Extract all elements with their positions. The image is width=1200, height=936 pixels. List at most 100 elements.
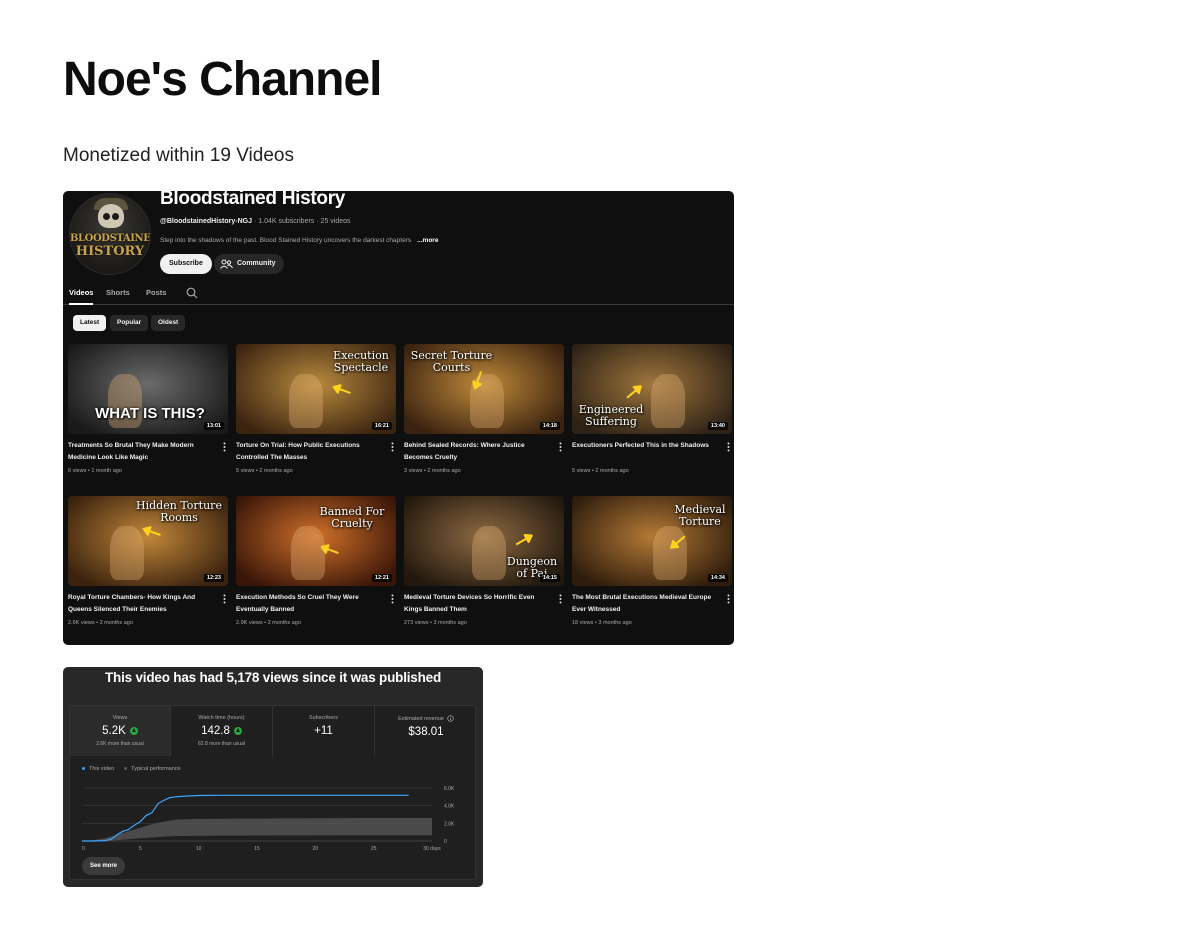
tab-posts[interactable]: Posts	[146, 288, 166, 297]
community-button[interactable]: Community	[214, 254, 284, 274]
video-card[interactable]: Dungeon of Pai 14:15 Medieval Torture Devi…	[404, 496, 564, 626]
video-duration: 13:01	[203, 422, 224, 430]
chip-oldest[interactable]: Oldest	[151, 315, 186, 331]
video-title[interactable]: Torture On Trial: How Public Executions …	[236, 440, 382, 464]
search-icon[interactable]	[186, 287, 198, 299]
video-title[interactable]: Executioners Perfected This in the Shado…	[572, 440, 718, 452]
typical-performance-band	[82, 818, 432, 841]
video-thumbnail[interactable]: Execution Spectacle 16:21	[236, 344, 396, 434]
x-tick-label: 5	[139, 846, 142, 852]
video-meta: 18 views • 3 months ago	[572, 620, 632, 626]
analytics-card: Views 5.2K 2.6K more than usual Watch time …	[69, 705, 476, 880]
video-meta: 5 views • 2 months ago	[572, 468, 629, 474]
video-thumbnail[interactable]: Dungeon of Pai 14:15	[404, 496, 564, 586]
video-meta: 2.6K views • 2 months ago	[68, 620, 133, 626]
subscribe-button[interactable]: Subscribe	[160, 254, 212, 274]
metric-watch-time-hours[interactable]: Watch time (hours) 142.8 62.8 more than us…	[171, 706, 273, 756]
video-title[interactable]: Medieval Torture Devices So Horrific Eve…	[404, 592, 550, 616]
channel-screenshot: BLOODSTAINED HISTORY Bloodstained Histor…	[63, 191, 734, 645]
video-thumbnail[interactable]: Medieval Torture 14:34	[572, 496, 732, 586]
video-thumbnail[interactable]: Engineered Suffering 13:40	[572, 344, 732, 434]
video-duration: 14:34	[707, 574, 728, 582]
page-subtitle: Monetized within 19 Videos	[63, 145, 294, 166]
more-options-icon[interactable]	[559, 594, 562, 604]
more-options-icon[interactable]	[559, 442, 562, 452]
thumbnail-overlay-text: WHAT IS THIS?	[95, 405, 205, 422]
video-title[interactable]: Execution Methods So Cruel They Were Eve…	[236, 592, 382, 616]
x-tick-label: 30 days	[423, 846, 441, 852]
chip-popular[interactable]: Popular	[110, 315, 149, 331]
arrow-icon	[142, 526, 161, 537]
video-card[interactable]: Secret Torture Courts 14:18 Behind Sealed …	[404, 344, 564, 474]
video-title[interactable]: Treatments So Brutal They Make Modern Me…	[68, 440, 214, 464]
analytics-headline: This video has had 5,178 views since it …	[104, 670, 442, 685]
video-meta: 6 views • 1 month ago	[68, 468, 122, 474]
video-thumbnail[interactable]: Banned For Cruelty 12:21	[236, 496, 396, 586]
video-duration: 12:21	[371, 574, 392, 582]
more-options-icon[interactable]	[391, 594, 394, 604]
x-tick-label: 0	[82, 846, 85, 852]
views-chart: 6.0K 4.0K 2.0K 0 0 5 10 15 20 25 30 days	[82, 786, 455, 852]
people-icon	[220, 259, 233, 269]
thumbnail-overlay-text: Engineered Suffering	[578, 403, 644, 428]
metric-views[interactable]: Views 5.2K 2.6K more than usual	[70, 706, 171, 756]
channel-description: Step into the shadows of the past. Blood…	[160, 237, 439, 244]
trend-up-icon	[129, 727, 138, 735]
video-card[interactable]: Hidden Torture Rooms 12:23 Royal Torture C…	[68, 496, 228, 626]
video-thumbnail[interactable]: WHAT IS THIS? 13:01	[68, 344, 228, 434]
video-duration: 16:21	[371, 422, 392, 430]
metric-subscribers[interactable]: Subscribers +11	[273, 706, 375, 756]
thumbnail-overlay-text: Banned For Cruelty	[319, 505, 385, 530]
video-title[interactable]: The Most Brutal Executions Medieval Euro…	[572, 592, 718, 616]
more-options-icon[interactable]	[223, 594, 226, 604]
channel-name: Bloodstained History	[160, 191, 346, 209]
metric-estimated-revenue[interactable]: Estimated revenue $38.01	[375, 706, 477, 756]
channel-avatar[interactable]: BLOODSTAINED HISTORY	[69, 193, 151, 275]
video-thumbnail[interactable]: Hidden Torture Rooms 12:23	[68, 496, 228, 586]
metric-label: Subscribers	[308, 715, 339, 721]
video-meta: 3 views • 2 months ago	[404, 468, 461, 474]
x-tick-label: 20	[313, 846, 319, 852]
y-tick-label: 4.0K	[444, 804, 455, 810]
more-options-icon[interactable]	[391, 442, 394, 452]
thumbnail-figure	[110, 526, 144, 580]
tab-videos[interactable]: Videos	[69, 288, 94, 305]
video-title[interactable]: Behind Sealed Records: Where Justice Bec…	[404, 440, 550, 464]
more-options-icon[interactable]	[727, 442, 730, 452]
video-title[interactable]: Royal Torture Chambers- How Kings And Qu…	[68, 592, 214, 616]
metric-value: +11	[314, 725, 333, 737]
video-card[interactable]: Execution Spectacle 16:21 Torture On Trial…	[236, 344, 396, 474]
video-meta: 2.9K views • 2 months ago	[236, 620, 301, 626]
tab-shorts[interactable]: Shorts	[106, 288, 130, 297]
y-tick-label: 0	[444, 839, 447, 845]
legend-this-video: This video	[82, 766, 114, 772]
video-card[interactable]: Banned For Cruelty 12:21 Execution Methods…	[236, 496, 396, 626]
channel-tabs: Videos Shorts Posts	[63, 283, 734, 305]
channel-videos-count: 25 videos	[320, 218, 351, 225]
metric-label: Estimated revenue	[375, 715, 477, 722]
chip-latest[interactable]: Latest	[73, 315, 107, 331]
y-tick-label: 2.0K	[444, 821, 455, 827]
thumbnail-overlay-text: Hidden Torture Rooms	[136, 499, 222, 524]
arrow-icon	[515, 534, 533, 546]
channel-subscribers: 1.04K subscribers	[258, 218, 315, 225]
more-options-icon[interactable]	[727, 594, 730, 604]
x-tick-label: 10	[196, 846, 202, 852]
x-tick-label: 25	[371, 846, 377, 852]
video-thumbnail[interactable]: Secret Torture Courts 14:18	[404, 344, 564, 434]
see-more-button[interactable]: See more	[82, 857, 126, 875]
metric-label: Watch time (hours)	[198, 715, 245, 721]
video-duration: 12:23	[203, 574, 224, 582]
video-card[interactable]: Engineered Suffering 13:40 Executioners Pe…	[572, 344, 732, 474]
more-options-icon[interactable]	[223, 442, 226, 452]
thumbnail-overlay-text: Execution Spectacle	[333, 349, 389, 374]
info-icon[interactable]	[447, 715, 454, 722]
more-link[interactable]: ...more	[417, 237, 438, 244]
metric-value: $38.01	[408, 726, 444, 738]
video-card[interactable]: Medieval Torture 14:34 The Most Brutal Exe…	[572, 496, 732, 626]
thumbnail-overlay-text: Secret Torture Courts	[410, 349, 493, 374]
video-card[interactable]: WHAT IS THIS? 13:01 Treatments So Brutal T…	[68, 344, 228, 474]
analytics-screenshot: This video has had 5,178 views since it …	[63, 667, 483, 887]
legend-typical: Typical performance	[124, 766, 181, 772]
y-tick-label: 6.0K	[444, 786, 455, 792]
